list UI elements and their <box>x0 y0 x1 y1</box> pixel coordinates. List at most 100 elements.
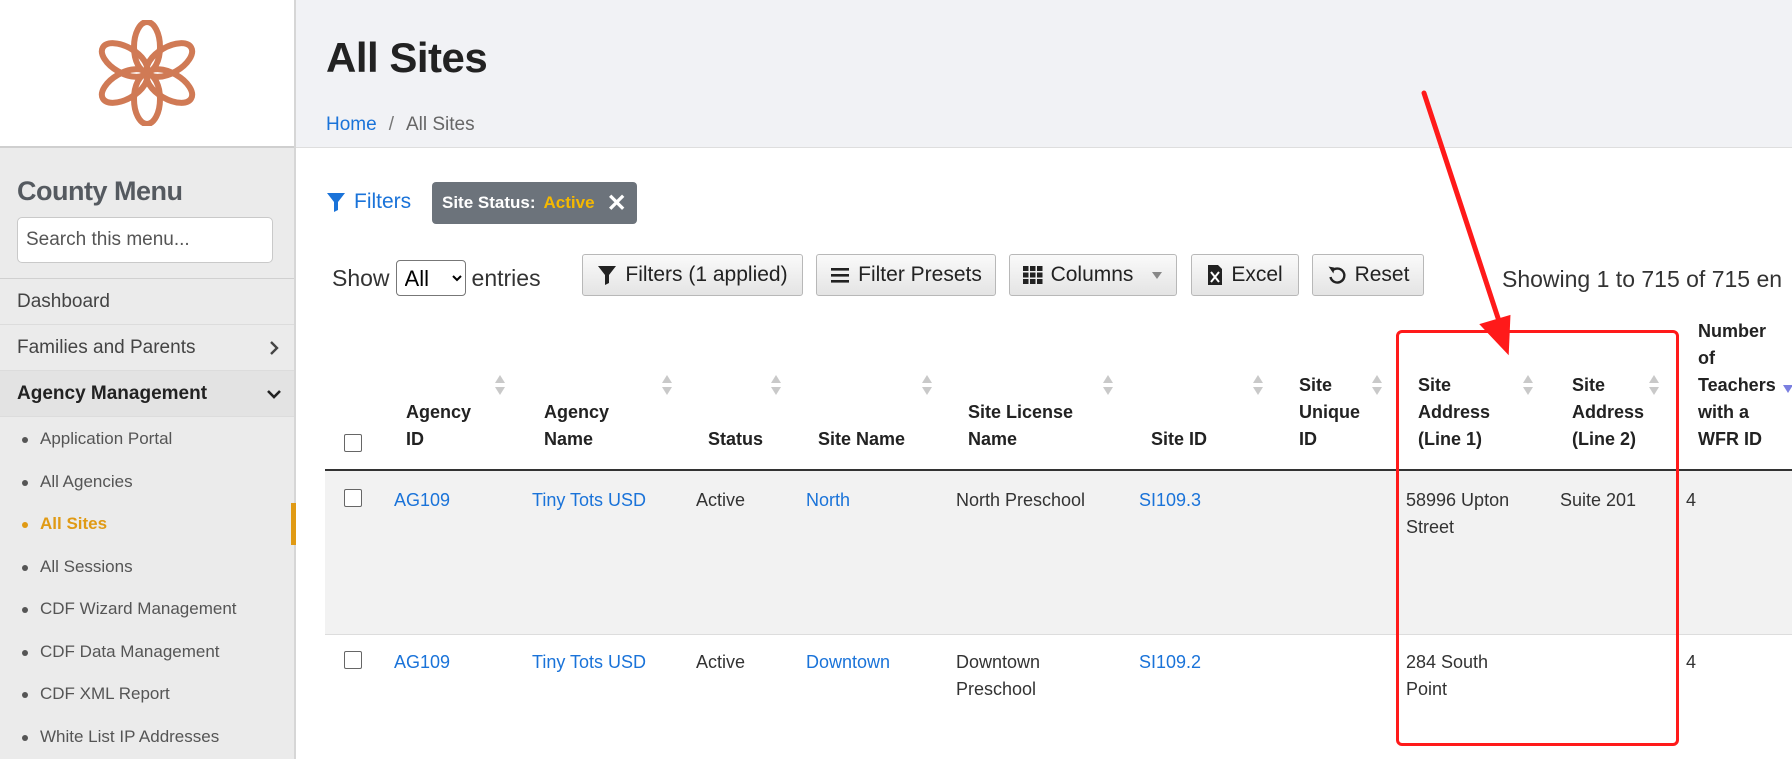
breadcrumb-separator: / <box>388 114 394 135</box>
submenu-item-cdf-wizard-management[interactable]: CDF Wizard Management <box>0 588 294 631</box>
submenu-item-all-sites[interactable]: All Sites <box>0 503 296 546</box>
agency-management-submenu: Application Portal All Agencies All Site… <box>0 418 296 759</box>
flower-logo-icon <box>98 20 196 126</box>
page-title: All Sites <box>326 34 488 81</box>
nav-list: Dashboard Families and Parents Agency Ma… <box>0 278 294 417</box>
chevron-down-icon <box>267 390 281 399</box>
excel-button[interactable]: Excel <box>1191 254 1299 296</box>
chip-label: Site Status: <box>442 193 536 212</box>
caret-down-icon <box>1152 272 1163 279</box>
entries-label: entries <box>471 264 541 291</box>
breadcrumb: Home / All Sites <box>326 114 475 136</box>
filter-presets-label: Filter Presets <box>858 263 982 286</box>
menu-title: County Menu <box>17 176 183 206</box>
active-filter-chip: Site Status: Active ✕ <box>432 182 637 224</box>
list-icon <box>831 268 850 283</box>
filters-link-label: Filters <box>354 190 412 213</box>
row-checkbox[interactable] <box>344 651 362 669</box>
sort-desc-icon[interactable] <box>1783 385 1792 393</box>
sort-icon[interactable] <box>1523 375 1533 397</box>
agency-name-link[interactable]: Tiny Tots USD <box>532 649 646 676</box>
filter-icon <box>327 193 345 212</box>
table-row: AG109 Tiny Tots USD Active Downtown Down… <box>325 635 1792 759</box>
submenu-item-application-portal[interactable]: Application Portal <box>0 418 294 461</box>
undo-icon <box>1328 266 1346 284</box>
agency-id-link[interactable]: AG109 <box>394 649 450 676</box>
sort-icon[interactable] <box>1372 375 1382 397</box>
excel-file-icon <box>1208 265 1223 285</box>
chevron-right-icon <box>270 341 279 355</box>
submenu-item-all-sessions[interactable]: All Sessions <box>0 546 294 589</box>
teachers-count-cell: 4 <box>1686 652 1697 672</box>
column-header-agency-id[interactable]: Agency ID <box>406 399 471 453</box>
nav-item-agency-management[interactable]: Agency Management <box>0 371 294 417</box>
agency-id-link[interactable]: AG109 <box>394 487 450 514</box>
chip-value: Active <box>543 193 595 212</box>
teachers-count-cell: 4 <box>1686 490 1697 510</box>
license-name-cell: Downtown Preschool <box>956 652 1041 699</box>
column-header-site-address-line-1[interactable]: Site Address (Line 1) <box>1418 372 1490 453</box>
breadcrumb-current: All Sites <box>405 114 475 135</box>
nav-item-dashboard[interactable]: Dashboard <box>0 279 294 325</box>
column-header-site-address-line-2[interactable]: Site Address (Line 2) <box>1572 372 1644 453</box>
reset-label: Reset <box>1354 263 1410 286</box>
submenu-item-cdf-xml-report[interactable]: CDF XML Report <box>0 673 294 716</box>
select-all-checkbox[interactable] <box>344 434 362 452</box>
sort-icon[interactable] <box>662 375 672 397</box>
license-name-cell: North Preschool <box>956 490 1086 510</box>
status-cell: Active <box>696 652 746 672</box>
filters-toggle-link[interactable]: Filters <box>326 190 411 214</box>
column-header-agency-name[interactable]: Agency Name <box>544 399 609 453</box>
columns-label: Columns <box>1050 263 1134 286</box>
submenu-item-all-agencies[interactable]: All Agencies <box>0 461 294 504</box>
column-header-site-name[interactable]: Site Name <box>818 426 905 453</box>
site-id-link[interactable]: SI109.3 <box>1139 487 1201 514</box>
filter-icon <box>598 266 617 285</box>
site-id-link[interactable]: SI109.2 <box>1139 649 1201 676</box>
site-name-link[interactable]: Downtown <box>806 649 890 676</box>
site-name-link[interactable]: North <box>806 487 850 514</box>
showing-entries-info: Showing 1 to 715 of 715 en <box>1502 266 1783 292</box>
filters-button[interactable]: Filters (1 applied) <box>582 254 803 296</box>
show-entries: Show All entries <box>332 260 541 296</box>
reset-button[interactable]: Reset <box>1312 254 1424 296</box>
sidebar: County Menu Dashboard Families and Paren… <box>0 0 296 759</box>
sort-icon[interactable] <box>1253 375 1263 397</box>
agency-name-link[interactable]: Tiny Tots USD <box>532 487 646 514</box>
nav-item-label: Dashboard <box>17 290 110 312</box>
submenu-item-white-list-ip-addresses[interactable]: White List IP Addresses <box>0 716 294 759</box>
sort-icon[interactable] <box>495 375 505 397</box>
row-checkbox[interactable] <box>344 489 362 507</box>
address-line-1-cell: 58996 Upton Street <box>1406 490 1510 537</box>
sort-icon[interactable] <box>922 375 932 397</box>
submenu-item-cdf-data-management[interactable]: CDF Data Management <box>0 631 294 674</box>
grid-icon <box>1022 266 1043 284</box>
filters-button-label: Filters (1 applied) <box>625 263 788 286</box>
excel-label: Excel <box>1231 263 1283 286</box>
sites-table: Agency ID Agency Name Status Site Name Sit… <box>325 304 1792 759</box>
filter-presets-button[interactable]: Filter Presets <box>816 254 996 296</box>
entries-select[interactable]: All <box>395 260 466 296</box>
column-header-status[interactable]: Status <box>708 426 763 453</box>
sort-icon[interactable] <box>1649 375 1659 397</box>
nav-item-label: Families and Parents <box>17 336 196 358</box>
column-header-site-license-name[interactable]: Site License Name <box>968 399 1073 453</box>
breadcrumb-home-link[interactable]: Home <box>326 114 377 135</box>
nav-item-label: Agency Management <box>17 382 208 404</box>
page-header: All Sites Home / All Sites <box>296 0 1792 148</box>
menu-search-input[interactable] <box>17 217 273 263</box>
logo-area <box>0 0 294 148</box>
address-line-1-cell: 284 South Point <box>1406 652 1489 699</box>
column-header-teachers-wfr-id[interactable]: Number of Teachers with a WFR ID <box>1698 318 1776 453</box>
sort-icon[interactable] <box>1103 375 1113 397</box>
address-line-2-cell: Suite 201 <box>1560 490 1637 510</box>
column-header-site-unique-id[interactable]: Site Unique ID <box>1299 372 1360 453</box>
table-row: AG109 Tiny Tots USD Active North North P… <box>325 471 1792 635</box>
column-header-site-id[interactable]: Site ID <box>1151 426 1207 453</box>
status-cell: Active <box>696 490 746 510</box>
show-label: Show <box>332 264 390 291</box>
nav-item-families-and-parents[interactable]: Families and Parents <box>0 325 294 371</box>
remove-filter-icon[interactable]: ✕ <box>607 189 627 218</box>
columns-button[interactable]: Columns <box>1009 254 1177 296</box>
sort-icon[interactable] <box>771 375 781 397</box>
